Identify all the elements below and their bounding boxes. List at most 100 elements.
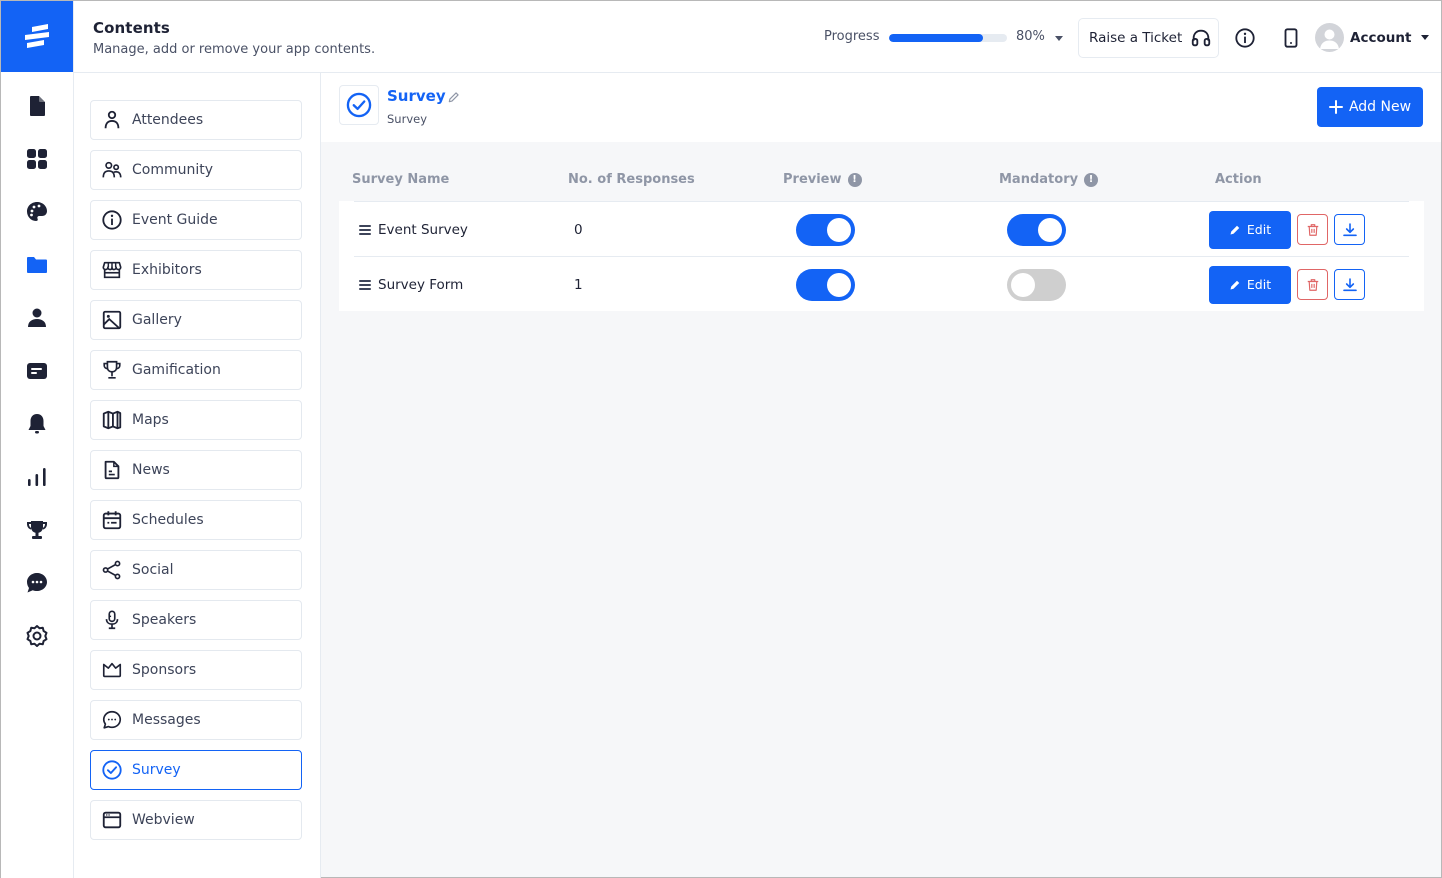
sidebar-item-schedules[interactable]: Schedules [90, 500, 302, 540]
sidebar-item-sponsors[interactable]: Sponsors [90, 650, 302, 690]
sidebar-item-speakers[interactable]: Speakers [90, 600, 302, 640]
edit-button[interactable]: Edit [1209, 210, 1291, 249]
rail-item-card[interactable] [1, 351, 73, 391]
sidebar-item-attendees[interactable]: Attendees [90, 100, 302, 140]
raise-ticket-button[interactable]: Raise a Ticket [1078, 18, 1219, 58]
mandatory-toggle[interactable] [1007, 213, 1066, 246]
info-button[interactable] [1233, 26, 1257, 50]
survey-table: Survey Name No. of Responses Preview! Ma… [339, 161, 1424, 311]
mandatory-cell [1007, 257, 1066, 312]
map-icon [102, 410, 122, 430]
drag-handle-icon[interactable] [359, 224, 371, 235]
top-header: Contents Manage, add or remove your app … [74, 1, 1441, 73]
mandatory-toggle[interactable] [1007, 268, 1066, 301]
check-circle-icon [346, 92, 372, 118]
person-icon [104, 110, 120, 129]
progress-value: 80% [1016, 29, 1045, 44]
calendar-icon [102, 511, 122, 530]
settings-icon [26, 625, 48, 647]
column-header-survey-name: Survey Name [352, 172, 449, 187]
sidebar-item-label: Gamification [132, 362, 221, 378]
sidebar-item-gallery[interactable]: Gallery [90, 300, 302, 340]
rail-item-dashboard[interactable] [1, 139, 73, 179]
headset-icon [1192, 29, 1211, 47]
sidebar-item-social[interactable]: Social [90, 550, 302, 590]
toggle-knob [1011, 272, 1035, 297]
sidebar-item-label: Speakers [132, 612, 197, 628]
sidebar-item-exhibitors[interactable]: Exhibitors [90, 250, 302, 290]
rail-item-trophy[interactable] [1, 510, 73, 550]
sidebar-item-webview[interactable]: Webview [90, 800, 302, 840]
sidebar-item-messages[interactable]: Messages [90, 700, 302, 740]
share-icon [102, 560, 121, 580]
sidebar-item-news[interactable]: News [90, 450, 302, 490]
column-label: No. of Responses [568, 172, 695, 187]
mandatory-info-icon[interactable]: ! [1084, 172, 1099, 187]
rail-item-analytics[interactable] [1, 457, 73, 497]
account-caret-icon [1421, 35, 1430, 40]
survey-name-cell: Event Survey [359, 202, 468, 257]
rail-item-palette[interactable] [1, 192, 73, 232]
sidebar-item-community[interactable]: Community [90, 150, 302, 190]
rail-item-settings[interactable] [1, 616, 73, 656]
responses-cell: 1 [574, 276, 583, 293]
sidebar-item-label: Gallery [132, 312, 182, 328]
dashboard-icon [27, 149, 47, 169]
download-icon [1342, 222, 1357, 236]
trophy-icon [103, 360, 121, 379]
logo-icon [25, 23, 49, 48]
preview-info-icon[interactable]: ! [847, 172, 862, 187]
rail-item-user[interactable] [1, 298, 73, 338]
info-icon [1235, 28, 1255, 48]
sidebar-item-gamification[interactable]: Gamification [90, 350, 302, 390]
card-icon [27, 363, 47, 379]
preview-toggle[interactable] [796, 268, 855, 301]
sidebar-item-label: Attendees [132, 112, 204, 128]
drag-handle-icon[interactable] [359, 279, 371, 290]
survey-name-cell: Survey Form [359, 257, 463, 312]
rail-item-notifications[interactable] [1, 404, 73, 444]
rail-item-folder[interactable] [1, 245, 73, 285]
rail-item-document[interactable] [1, 86, 73, 126]
page-subtitle: Survey [387, 112, 428, 126]
rail-item-chat[interactable] [1, 563, 73, 603]
account-label: Account [1350, 29, 1412, 46]
trash-icon [1307, 278, 1318, 291]
app-logo[interactable] [1, 1, 73, 72]
edit-label: Edit [1246, 222, 1272, 237]
news-icon [104, 460, 120, 480]
preview-toggle[interactable] [796, 213, 855, 246]
account-menu[interactable]: Account [1315, 23, 1430, 52]
chat-icon [27, 573, 47, 593]
preview-cell [796, 202, 855, 257]
sidebar-item-maps[interactable]: Maps [90, 400, 302, 440]
icon-rail [1, 1, 74, 878]
column-header-action: Action [1215, 172, 1262, 187]
sidebar-item-survey[interactable]: Survey [90, 750, 302, 790]
download-button[interactable] [1334, 269, 1365, 300]
sidebar-item-label: Event Guide [132, 212, 218, 228]
phone-icon [1284, 28, 1298, 48]
sidebar-item-label: Messages [132, 712, 201, 728]
check-circle-icon [102, 760, 122, 780]
progress-dropdown-caret[interactable] [1055, 36, 1063, 41]
download-button[interactable] [1334, 214, 1365, 245]
mobile-preview-button[interactable] [1279, 26, 1303, 50]
message-icon [102, 710, 122, 729]
toggle-knob [827, 272, 851, 297]
people-icon [102, 161, 122, 178]
add-new-button[interactable]: Add New [1317, 87, 1423, 127]
page-title: Survey [387, 87, 446, 105]
sidebar-item-label: Sponsors [132, 662, 197, 678]
analytics-icon [28, 468, 46, 486]
preview-cell [796, 257, 855, 312]
sidebar-item-label: News [132, 462, 170, 478]
edit-title-button[interactable] [447, 89, 461, 103]
delete-button[interactable] [1297, 214, 1328, 245]
delete-button[interactable] [1297, 269, 1328, 300]
edit-button[interactable]: Edit [1209, 265, 1291, 304]
progress-fill [889, 34, 984, 42]
sidebar-item-event-guide[interactable]: Event Guide [90, 200, 302, 240]
action-cell: Edit [1209, 202, 1365, 257]
survey-page-icon [339, 85, 379, 125]
